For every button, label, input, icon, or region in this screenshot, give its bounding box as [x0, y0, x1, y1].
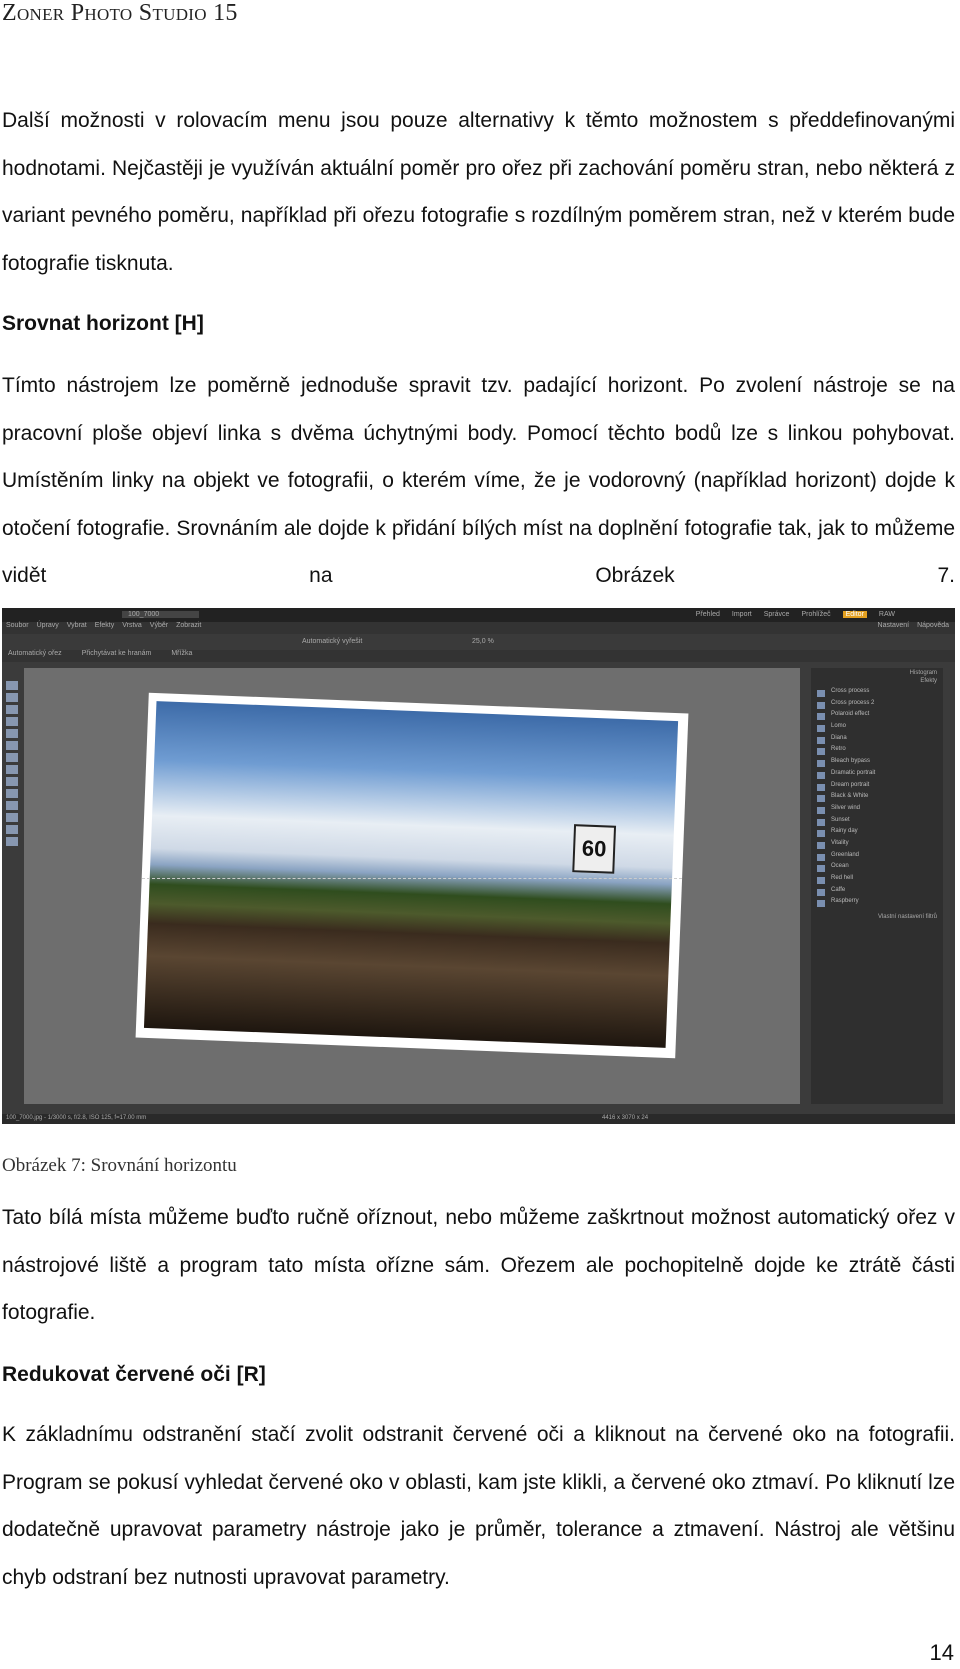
document-page: Zoner Photo Studio 15 Další možnosti v r… — [0, 0, 960, 1669]
horizon-line — [142, 878, 682, 879]
paragraph: K základnímu odstranění stačí zvolit ods… — [2, 1423, 955, 1589]
tool-options: Automatický ořez Přichytávat ke hranám M… — [2, 650, 955, 662]
auto-fix-label: Automatický vyřešit — [302, 638, 363, 645]
speed-sign: 60 — [572, 824, 617, 874]
document-tab: 100_7000 — [122, 611, 200, 618]
effect-item: Diana — [811, 735, 943, 747]
module-tabs: Přehled Import Správce Prohlížeč Editor … — [696, 611, 895, 618]
menu-item: Úpravy — [36, 622, 59, 629]
running-header: Zoner Photo Studio 15 — [2, 0, 238, 26]
help-button: Nápověda — [917, 622, 949, 629]
paragraph: Další možnosti v rolovacím menu jsou pou… — [2, 109, 955, 275]
settings-button: Nastavení — [877, 622, 910, 629]
effect-item: Dream portrait — [811, 782, 943, 794]
effect-item: Bleach bypass — [811, 758, 943, 770]
paragraph: Tímto nástrojem lze poměrně jednoduše sp… — [2, 374, 955, 588]
effects-panel: Histogram Efekty Cross process Cross proc… — [811, 668, 943, 1104]
app-screenshot: 100_7000 Přehled Import Správce Prohlíže… — [2, 608, 955, 1124]
menu-item: Výběr — [149, 622, 169, 629]
menu-item: Efekty — [94, 622, 115, 629]
grid-option: Mřížka — [171, 650, 193, 657]
effect-item: Polaroid effect — [811, 711, 943, 723]
histogram-header: Histogram — [909, 670, 937, 676]
menu-bar: Soubor Úpravy Vybrat Efekty Vrstva Výběr… — [2, 622, 955, 634]
effect-item: Rainy day — [811, 828, 943, 840]
tool-palette — [4, 678, 20, 849]
effect-item: Dramatic portrait — [811, 770, 943, 782]
module-tab: Prohlížeč — [801, 611, 831, 618]
menu-item: Soubor — [6, 622, 29, 629]
rotated-photo: 60 — [135, 692, 689, 1059]
zoom-value: 25,0 % — [472, 638, 494, 645]
photo-railway — [143, 701, 679, 1048]
toolbar: Automatický vyřešit 25,0 % — [2, 634, 955, 650]
snap-option: Přichytávat ke hranám — [81, 650, 152, 657]
effect-item: Caffe — [811, 887, 943, 899]
image-dimensions: 4416 x 3070 x 24 — [602, 1115, 649, 1121]
title-bar: 100_7000 Přehled Import Správce Prohlíže… — [2, 608, 955, 622]
module-tab-active: Editor — [842, 611, 867, 618]
effect-item: Red hell — [811, 875, 943, 887]
status-info: 100_7000.jpg - 1/3000 s, f/2.8, ISO 125,… — [6, 1115, 147, 1121]
page-number: 14 — [929, 1640, 954, 1665]
module-tab: Správce — [763, 611, 790, 618]
effect-item: Retro — [811, 746, 943, 758]
effect-item: Ocean — [811, 863, 943, 875]
effect-item: Cross process 2 — [811, 700, 943, 712]
effects-list: Cross process Cross process 2 Polaroid eff… — [811, 688, 943, 910]
auto-crop-option: Automatický ořez — [8, 650, 62, 657]
effect-item: Cross process — [811, 688, 943, 700]
menu-item: Vrstva — [122, 622, 142, 629]
paragraph: Tato bílá místa můžeme buďto ručně ořízn… — [2, 1206, 955, 1325]
effect-item: Greenland — [811, 852, 943, 864]
effect-item: Vitality — [811, 840, 943, 852]
effects-header: Efekty — [920, 678, 937, 684]
effect-item: Silver wind — [811, 805, 943, 817]
effect-item: Black & White — [811, 793, 943, 805]
menu-item: Vybrat — [66, 622, 87, 629]
menu-item: Zobrazit — [176, 622, 202, 629]
section-heading: Srovnat horizont [H] — [2, 312, 204, 335]
module-tab: RAW — [878, 611, 895, 618]
effect-item: Lomo — [811, 723, 943, 735]
custom-filter-header: Vlastní nastavení filtrů — [877, 914, 937, 921]
status-bar: 100_7000.jpg - 1/3000 s, f/2.8, ISO 125,… — [2, 1114, 955, 1124]
module-tab: Přehled — [695, 611, 720, 618]
section-heading: Redukovat červené oči [R] — [2, 1363, 266, 1386]
effect-item: Sunset — [811, 817, 943, 829]
effect-item: Raspberry — [811, 898, 943, 910]
module-tab: Import — [731, 611, 752, 618]
figure-caption: Obrázek 7: Srovnání horizontu — [2, 1155, 237, 1176]
